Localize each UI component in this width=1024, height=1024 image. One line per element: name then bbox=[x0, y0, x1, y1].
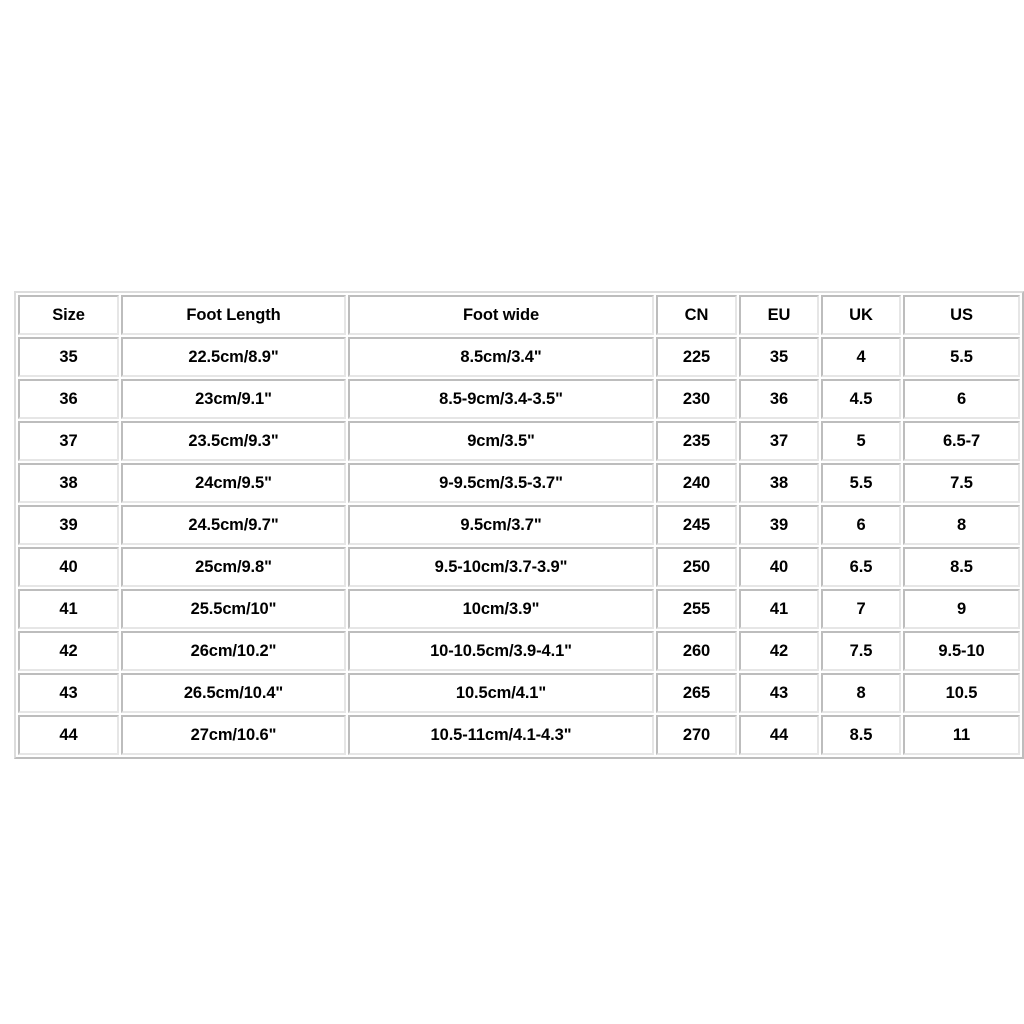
cell-us: 6 bbox=[903, 379, 1020, 419]
cell-us: 6.5-7 bbox=[903, 421, 1020, 461]
cell-eu: 43 bbox=[739, 673, 819, 713]
cell-uk: 5 bbox=[821, 421, 901, 461]
cell-foot-wide: 9-9.5cm/3.5-3.7" bbox=[348, 463, 654, 503]
cell-foot-length: 24cm/9.5" bbox=[121, 463, 346, 503]
cell-uk: 5.5 bbox=[821, 463, 901, 503]
cell-uk: 4.5 bbox=[821, 379, 901, 419]
cell-uk: 7 bbox=[821, 589, 901, 629]
cell-size: 35 bbox=[18, 337, 119, 377]
cell-us: 8 bbox=[903, 505, 1020, 545]
cell-us: 8.5 bbox=[903, 547, 1020, 587]
cell-cn: 270 bbox=[656, 715, 737, 755]
table-header: Size Foot Length Foot wide CN EU UK US bbox=[18, 295, 1020, 335]
cell-size: 41 bbox=[18, 589, 119, 629]
table-row: 41 25.5cm/10" 10cm/3.9" 255 41 7 9 bbox=[18, 589, 1020, 629]
cell-size: 38 bbox=[18, 463, 119, 503]
table-row: 39 24.5cm/9.7" 9.5cm/3.7" 245 39 6 8 bbox=[18, 505, 1020, 545]
cell-foot-wide: 10.5-11cm/4.1-4.3" bbox=[348, 715, 654, 755]
cell-eu: 44 bbox=[739, 715, 819, 755]
cell-size: 40 bbox=[18, 547, 119, 587]
cell-size: 37 bbox=[18, 421, 119, 461]
cell-uk: 8 bbox=[821, 673, 901, 713]
cell-cn: 250 bbox=[656, 547, 737, 587]
cell-cn: 230 bbox=[656, 379, 737, 419]
column-header-us: US bbox=[903, 295, 1020, 335]
table-row: 38 24cm/9.5" 9-9.5cm/3.5-3.7" 240 38 5.5 7.5 bbox=[18, 463, 1020, 503]
size-chart-table: Size Foot Length Foot wide CN EU UK US 3… bbox=[14, 291, 1024, 759]
cell-eu: 42 bbox=[739, 631, 819, 671]
cell-size: 36 bbox=[18, 379, 119, 419]
cell-us: 10.5 bbox=[903, 673, 1020, 713]
cell-foot-length: 25cm/9.8" bbox=[121, 547, 346, 587]
column-header-foot-wide: Foot wide bbox=[348, 295, 654, 335]
table-body: 35 22.5cm/8.9" 8.5cm/3.4" 225 35 4 5.5 36 23cm/9… bbox=[18, 337, 1020, 755]
cell-foot-length: 25.5cm/10" bbox=[121, 589, 346, 629]
cell-cn: 235 bbox=[656, 421, 737, 461]
cell-foot-wide: 10.5cm/4.1" bbox=[348, 673, 654, 713]
column-header-cn: CN bbox=[656, 295, 737, 335]
cell-foot-wide: 9.5cm/3.7" bbox=[348, 505, 654, 545]
cell-eu: 38 bbox=[739, 463, 819, 503]
column-header-eu: EU bbox=[739, 295, 819, 335]
cell-us: 5.5 bbox=[903, 337, 1020, 377]
table-header-row: Size Foot Length Foot wide CN EU UK US bbox=[18, 295, 1020, 335]
cell-cn: 240 bbox=[656, 463, 737, 503]
cell-eu: 40 bbox=[739, 547, 819, 587]
table-row: 36 23cm/9.1" 8.5-9cm/3.4-3.5" 230 36 4.5 6 bbox=[18, 379, 1020, 419]
cell-foot-wide: 8.5-9cm/3.4-3.5" bbox=[348, 379, 654, 419]
cell-eu: 41 bbox=[739, 589, 819, 629]
cell-foot-wide: 10-10.5cm/3.9-4.1" bbox=[348, 631, 654, 671]
table-row: 37 23.5cm/9.3" 9cm/3.5" 235 37 5 6.5-7 bbox=[18, 421, 1020, 461]
cell-foot-length: 22.5cm/8.9" bbox=[121, 337, 346, 377]
table-row: 40 25cm/9.8" 9.5-10cm/3.7-3.9" 250 40 6.5 8.5 bbox=[18, 547, 1020, 587]
column-header-size: Size bbox=[18, 295, 119, 335]
cell-us: 7.5 bbox=[903, 463, 1020, 503]
cell-foot-length: 27cm/10.6" bbox=[121, 715, 346, 755]
cell-size: 44 bbox=[18, 715, 119, 755]
cell-uk: 7.5 bbox=[821, 631, 901, 671]
cell-foot-length: 26cm/10.2" bbox=[121, 631, 346, 671]
size-chart-container: Size Foot Length Foot wide CN EU UK US 3… bbox=[14, 291, 1024, 759]
cell-cn: 225 bbox=[656, 337, 737, 377]
cell-eu: 35 bbox=[739, 337, 819, 377]
cell-size: 39 bbox=[18, 505, 119, 545]
cell-us: 9.5-10 bbox=[903, 631, 1020, 671]
cell-us: 11 bbox=[903, 715, 1020, 755]
table-row: 35 22.5cm/8.9" 8.5cm/3.4" 225 35 4 5.5 bbox=[18, 337, 1020, 377]
cell-uk: 8.5 bbox=[821, 715, 901, 755]
cell-foot-wide: 9cm/3.5" bbox=[348, 421, 654, 461]
cell-eu: 36 bbox=[739, 379, 819, 419]
cell-size: 42 bbox=[18, 631, 119, 671]
cell-uk: 6.5 bbox=[821, 547, 901, 587]
cell-uk: 6 bbox=[821, 505, 901, 545]
cell-foot-wide: 10cm/3.9" bbox=[348, 589, 654, 629]
table-row: 42 26cm/10.2" 10-10.5cm/3.9-4.1" 260 42 7.5 9.… bbox=[18, 631, 1020, 671]
cell-eu: 37 bbox=[739, 421, 819, 461]
cell-us: 9 bbox=[903, 589, 1020, 629]
cell-cn: 260 bbox=[656, 631, 737, 671]
column-header-uk: UK bbox=[821, 295, 901, 335]
cell-cn: 255 bbox=[656, 589, 737, 629]
cell-foot-length: 23cm/9.1" bbox=[121, 379, 346, 419]
table-row: 43 26.5cm/10.4" 10.5cm/4.1" 265 43 8 10.5 bbox=[18, 673, 1020, 713]
cell-foot-length: 23.5cm/9.3" bbox=[121, 421, 346, 461]
cell-cn: 265 bbox=[656, 673, 737, 713]
cell-size: 43 bbox=[18, 673, 119, 713]
cell-foot-wide: 9.5-10cm/3.7-3.9" bbox=[348, 547, 654, 587]
cell-cn: 245 bbox=[656, 505, 737, 545]
cell-foot-wide: 8.5cm/3.4" bbox=[348, 337, 654, 377]
cell-foot-length: 26.5cm/10.4" bbox=[121, 673, 346, 713]
table-row: 44 27cm/10.6" 10.5-11cm/4.1-4.3" 270 44 8.5 11 bbox=[18, 715, 1020, 755]
column-header-foot-length: Foot Length bbox=[121, 295, 346, 335]
cell-eu: 39 bbox=[739, 505, 819, 545]
cell-foot-length: 24.5cm/9.7" bbox=[121, 505, 346, 545]
cell-uk: 4 bbox=[821, 337, 901, 377]
